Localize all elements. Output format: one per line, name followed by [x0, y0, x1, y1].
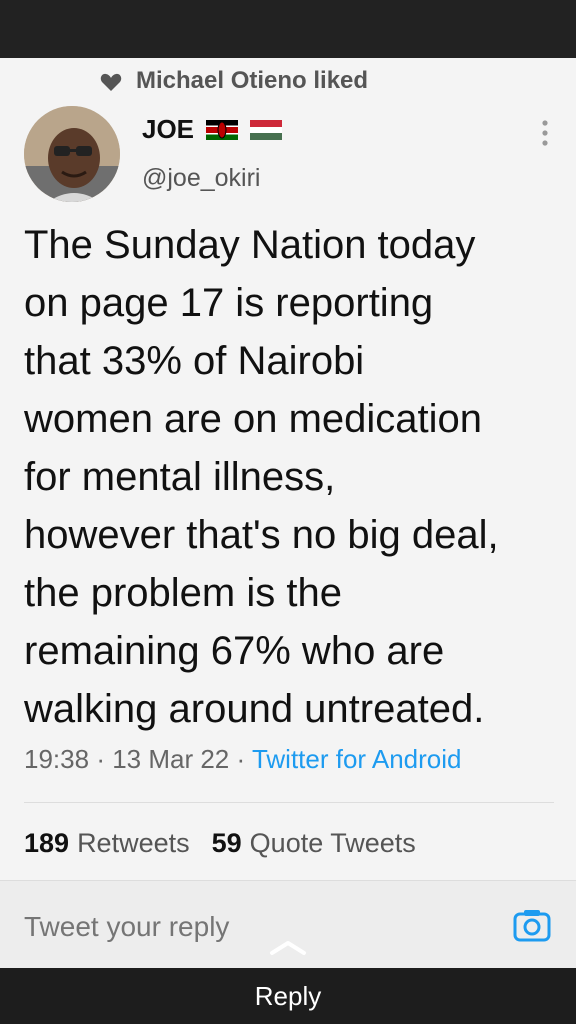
user-name-row: JOE — [142, 114, 283, 145]
more-vertical-icon[interactable] — [540, 118, 550, 148]
user-handle[interactable]: @joe_okiri — [142, 164, 260, 193]
hungary-flag-icon — [250, 119, 283, 140]
retweets-label: Retweets — [77, 828, 190, 858]
meta-separator: · — [96, 744, 113, 774]
top-status-bar — [0, 0, 576, 58]
tweet-date[interactable]: 13 Mar 22 — [112, 744, 229, 774]
reply-input[interactable] — [24, 911, 324, 943]
retweets-stat[interactable]: 189 Retweets — [24, 828, 190, 859]
quote-tweets-stat[interactable]: 59 Quote Tweets — [212, 828, 416, 859]
kenya-flag-icon — [206, 119, 239, 140]
retweets-count: 189 — [24, 828, 70, 858]
reply-button[interactable]: Reply — [0, 968, 576, 1024]
divider — [24, 802, 554, 803]
tweet-meta: 19:38 · 13 Mar 22 · Twitter for Android — [24, 744, 564, 775]
camera-icon[interactable] — [512, 907, 552, 943]
quote-count: 59 — [211, 828, 242, 858]
quote-label: Quote Tweets — [249, 828, 416, 858]
chevron-up-icon[interactable] — [268, 940, 308, 956]
avatar[interactable] — [24, 106, 120, 202]
display-name[interactable]: JOE — [142, 114, 194, 145]
tweet-stats: 189 Retweets 59 Quote Tweets — [24, 828, 416, 859]
bottom-reply-bar: Reply — [0, 941, 576, 1024]
heart-icon — [100, 71, 122, 91]
tweet-card: Michael Otieno liked JOE @joe_okiri The … — [0, 58, 576, 969]
social-context: Michael Otieno liked — [100, 66, 368, 96]
tweet-time[interactable]: 19:38 — [24, 744, 89, 774]
tweet-text: The Sunday Nation today on page 17 is re… — [24, 223, 499, 731]
tweet-source[interactable]: Twitter for Android — [252, 744, 462, 774]
liked-by-text[interactable]: Michael Otieno liked — [136, 67, 368, 95]
meta-separator: · — [236, 744, 252, 774]
